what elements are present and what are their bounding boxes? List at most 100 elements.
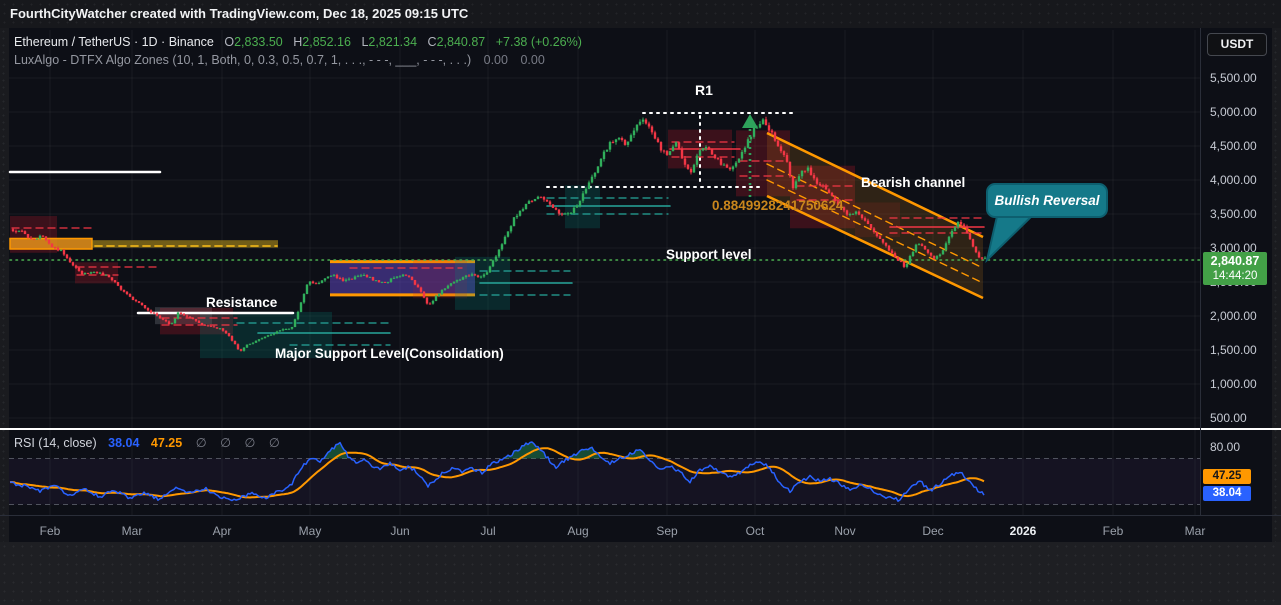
candle-body	[246, 345, 248, 348]
rsi-legend-row[interactable]: RSI (14, close) 38.04 47.25 ∅ ∅ ∅ ∅	[14, 435, 280, 450]
candle-body	[711, 150, 713, 155]
price-tick-label: 5,000.00	[1210, 105, 1257, 119]
currency-toggle-button[interactable]: USDT	[1207, 33, 1267, 56]
time-tick-label[interactable]: Mar	[122, 524, 143, 538]
candle-body	[342, 278, 344, 280]
candle-body	[927, 249, 929, 252]
up-arrow-head[interactable]	[742, 114, 758, 128]
candle-body	[576, 206, 578, 208]
candle-body	[564, 213, 566, 214]
symbol-title[interactable]: Ethereum / TetherUS · 1D · Binance	[14, 35, 214, 49]
label-resistance[interactable]: Resistance	[206, 296, 277, 311]
candle-body	[399, 276, 401, 277]
candle-body	[273, 334, 275, 335]
candle-body	[738, 159, 740, 163]
indicator-legend-row[interactable]: LuxAlgo - DTFX Algo Zones (10, 1, Both, …	[14, 51, 582, 69]
candle-body	[537, 197, 539, 199]
candle-body	[315, 283, 317, 284]
candle-body	[132, 297, 134, 300]
candle-body	[321, 280, 323, 282]
candle-body	[786, 155, 788, 162]
candle-body	[963, 224, 965, 226]
candle-body	[108, 275, 110, 278]
candle-body	[447, 286, 449, 289]
candle-body	[423, 292, 425, 298]
candle-body	[912, 252, 914, 256]
label-r1[interactable]: R1	[695, 83, 713, 98]
time-tick-label[interactable]: Nov	[834, 524, 855, 538]
candle-body	[855, 212, 857, 214]
candle-body	[291, 327, 293, 329]
candle-body	[285, 329, 287, 330]
candle-body	[510, 226, 512, 231]
time-tick-label[interactable]: Jun	[390, 524, 409, 538]
time-tick-label[interactable]: Jul	[480, 524, 495, 538]
candle-body	[828, 190, 830, 193]
candle-body	[312, 281, 314, 283]
time-tick-label[interactable]: May	[299, 524, 322, 538]
candle-body	[792, 176, 794, 188]
candle-body	[930, 253, 932, 256]
candle-body	[195, 319, 197, 321]
candle-body	[33, 239, 35, 240]
indicator-value-2: 0.00	[520, 53, 544, 67]
candle-body	[84, 273, 86, 274]
label-support-level[interactable]: Support level	[666, 248, 752, 263]
candle-body	[948, 237, 950, 244]
candle-body	[324, 278, 326, 280]
rsi-axis-tick: 80.00	[1210, 440, 1240, 454]
candle-body	[630, 135, 632, 141]
candle-body	[339, 278, 341, 279]
indicator-title[interactable]: LuxAlgo - DTFX Algo Zones (10, 1, Both, …	[14, 53, 471, 67]
bullish-reversal-callout[interactable]: Bullish Reversal	[986, 183, 1108, 218]
candle-body	[654, 132, 656, 138]
candle-body	[402, 275, 404, 277]
candle-body	[726, 165, 728, 168]
candle-body	[81, 271, 83, 274]
candle-body	[960, 222, 962, 225]
price-tick-label: 1,000.00	[1210, 377, 1257, 391]
tradingview-chart-screenshot: FourthCityWatcher created with TradingVi…	[0, 0, 1281, 605]
candle-body	[723, 165, 725, 166]
label-major-support[interactable]: Major Support Level(Consolidation)	[275, 347, 504, 362]
candle-body	[165, 320, 167, 322]
candle-body	[369, 277, 371, 278]
candle-body	[207, 325, 209, 326]
candle-body	[744, 148, 746, 152]
price-tick-label: 500.00	[1210, 411, 1247, 425]
candle-body	[978, 252, 980, 257]
time-tick-label[interactable]: Oct	[746, 524, 765, 538]
candle-body	[333, 275, 335, 276]
candle-body	[528, 201, 530, 204]
pane-separator[interactable]	[0, 428, 1281, 430]
price-change: +7.38 (+0.26%)	[496, 35, 582, 49]
rsi-title[interactable]: RSI (14, close)	[14, 436, 97, 450]
time-tick-label[interactable]: Sep	[656, 524, 678, 538]
candle-body	[966, 227, 968, 233]
label-bearish-channel[interactable]: Bearish channel	[861, 176, 965, 191]
time-tick-label[interactable]: Mar	[1185, 524, 1206, 538]
label-fib-value[interactable]: 0.8849928241750624	[712, 199, 843, 214]
candle-body	[549, 202, 551, 205]
candle-body	[126, 292, 128, 294]
candle-body	[759, 124, 761, 128]
candle-body	[591, 177, 593, 183]
candle-body	[42, 236, 44, 237]
candle-body	[957, 222, 959, 227]
candle-body	[498, 249, 500, 256]
time-tick-label[interactable]: Aug	[567, 524, 588, 538]
chart-canvas[interactable]: 80.005,500.005,000.004,500.004,000.003,5…	[0, 28, 1281, 542]
candle-body	[861, 215, 863, 219]
candle-body	[438, 294, 440, 296]
time-tick-label[interactable]: 2026	[1010, 524, 1037, 538]
time-tick-label[interactable]: Apr	[213, 524, 232, 538]
time-tick-label[interactable]: Feb	[1103, 524, 1124, 538]
symbol-legend-row[interactable]: Ethereum / TetherUS · 1D · Binance O2,83…	[14, 33, 582, 51]
candle-body	[219, 328, 221, 329]
candle-body	[462, 277, 464, 280]
time-tick-label[interactable]: Feb	[40, 524, 61, 538]
candle-body	[531, 201, 533, 202]
time-tick-label[interactable]: Dec	[922, 524, 943, 538]
candle-body	[888, 246, 890, 251]
candle-body	[852, 214, 854, 215]
